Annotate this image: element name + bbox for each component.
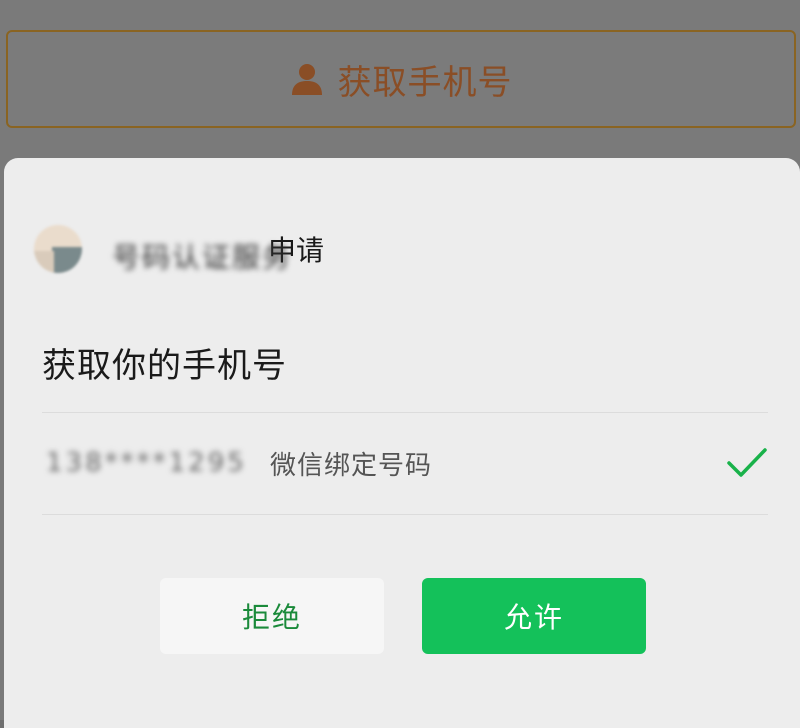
phone-number: 138****1295: [42, 448, 244, 478]
service-name: 号码认证服务: [112, 234, 290, 274]
phone-option-row[interactable]: 138****1295 微信绑定号码: [42, 413, 768, 513]
avatar: [34, 225, 82, 273]
service-name-text: 号码认证服务: [112, 241, 293, 274]
checkmark-icon: [726, 445, 768, 481]
reject-button[interactable]: 拒绝: [160, 578, 384, 654]
authorization-sheet: 号码认证服务 申请 获取你的手机号 138****1295 微信绑定号码 拒绝 …: [4, 158, 800, 728]
sheet-title: 获取你的手机号: [42, 346, 287, 386]
phone-number-text: 138****1295: [46, 448, 247, 478]
get-phone-number-button[interactable]: 获取手机号: [6, 30, 796, 128]
get-phone-number-label: 获取手机号: [337, 62, 513, 103]
divider-bottom: [42, 514, 768, 515]
allow-button[interactable]: 允许: [422, 578, 646, 654]
requester-info: 号码认证服务 申请: [34, 225, 324, 274]
phone-description: 微信绑定号码: [270, 450, 433, 481]
person-icon: [290, 62, 324, 96]
